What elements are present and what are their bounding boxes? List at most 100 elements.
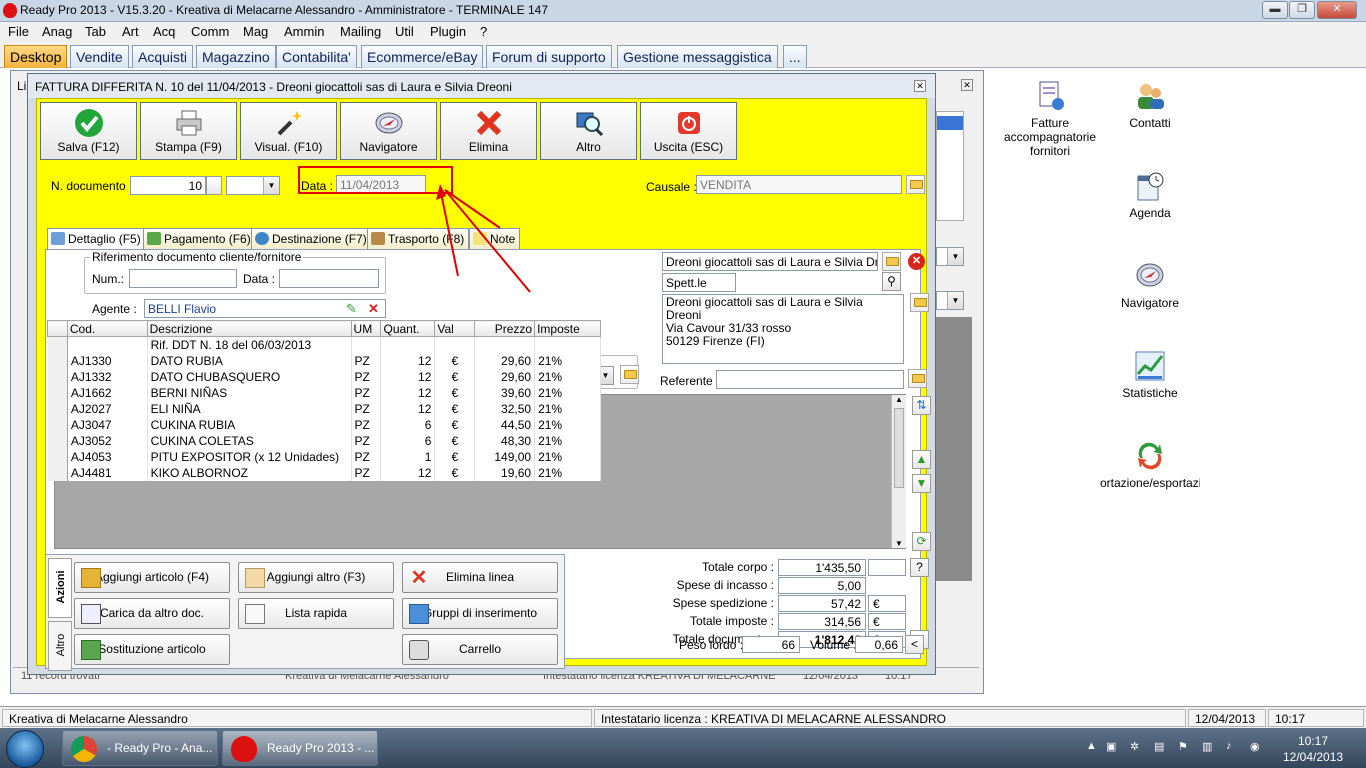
menu-mailing[interactable]: Mailing [340,24,381,39]
n-documento-input[interactable]: 10 [130,176,206,195]
vtab-azioni[interactable]: Azioni [48,558,72,618]
table-cell[interactable]: DATO RUBIA [147,352,352,369]
table-cell[interactable]: 21% [534,400,601,417]
table-cell[interactable]: 12 [380,400,436,417]
col-val[interactable]: Val [434,320,476,337]
table-cell[interactable]: PZ [351,384,382,401]
table-cell[interactable]: CUKINA COLETAS [147,432,352,449]
rif-data-input[interactable] [279,269,379,288]
spese-spedizione-value[interactable]: 57,42 [778,595,866,612]
table-cell[interactable]: € [434,368,476,385]
aggiungi-altro-button[interactable]: Aggiungi altro (F3) [238,562,394,593]
tab-messaggistica[interactable]: Gestione messaggistica [617,45,778,68]
move-up-icon[interactable]: ▲ [912,450,931,469]
tab-contabilita[interactable]: Contabilita' [276,45,357,68]
table-cell[interactable]: 21% [534,384,601,401]
search-person-icon[interactable]: ⚲ [882,272,901,291]
table-cell[interactable]: € [434,432,476,449]
row-selector[interactable] [47,416,68,433]
print-button[interactable]: Stampa (F9) [140,102,237,160]
vtab-altro[interactable]: Altro [48,621,72,671]
table-cell[interactable]: 44,50 [474,416,536,433]
clear-x-icon[interactable]: ✕ [368,301,379,317]
maximize-button[interactable]: ❐ [1289,1,1315,19]
table-cell[interactable] [534,336,601,353]
table-cell[interactable]: PZ [351,416,382,433]
desktop-icon-import-export[interactable]: Importazione/esportazione dati [1100,440,1200,490]
bg-window-close-icon[interactable]: ✕ [961,79,973,91]
referente-input[interactable] [716,370,904,389]
table-row[interactable]: Rif. DDT N. 18 del 06/03/2013 [47,336,601,353]
table-cell[interactable]: 32,50 [474,400,536,417]
table-cell[interactable]: PITU EXPOSITOR (x 12 Unidades) [147,448,352,465]
carica-altro-doc-button[interactable]: Carica da altro doc. [74,598,230,629]
table-row[interactable]: AJ4481 KIKO ALBORNOZ PZ 12 €19,60 21% [47,464,601,481]
table-cell[interactable]: 149,00 [474,448,536,465]
tray-network-icon[interactable]: ▥ [1202,740,1212,753]
table-cell[interactable]: AJ4053 [67,448,148,465]
table-cell[interactable]: KIKO ALBORNOZ [147,464,352,481]
table-cell[interactable]: DATO CHUBASQUERO [147,368,352,385]
tab-acquisti[interactable]: Acquisti [132,45,194,68]
table-cell[interactable]: 6 [380,432,436,449]
cliente-remove-icon[interactable]: ✕ [908,253,925,270]
swap-arrows-icon[interactable]: ⇅ [912,396,931,415]
grid-scrollbar[interactable]: ▲ ▼ [891,395,906,548]
table-cell[interactable] [351,336,382,353]
desktop-icon-fatture[interactable]: Fatture accompagnatorie fornitori [1000,80,1100,158]
subtab-pagamento[interactable]: Pagamento (F6) [143,228,256,249]
table-cell[interactable]: 48,30 [474,432,536,449]
desktop-icon-navigatore[interactable]: Navigatore [1100,260,1200,310]
table-cell[interactable]: PZ [351,368,382,385]
menu-mag[interactable]: Mag [243,24,268,39]
refresh-icon[interactable]: ⟳ [912,532,931,551]
menu-file[interactable]: File [8,24,29,39]
visualizzazione-folder-icon[interactable] [620,365,639,384]
row-selector[interactable] [47,448,68,465]
table-cell[interactable]: 21% [534,448,601,465]
table-cell[interactable]: PZ [351,352,382,369]
collapse-arrow-button[interactable]: < [905,635,924,654]
row-selector[interactable] [47,384,68,401]
table-cell[interactable]: PZ [351,432,382,449]
desktop-icon-agenda[interactable]: Agenda [1100,170,1200,220]
tab-ecommerce[interactable]: Ecommerce/eBay [361,45,484,68]
menu-anag[interactable]: Anag [42,24,72,39]
table-cell[interactable]: 39,60 [474,384,536,401]
row-selector[interactable] [47,400,68,417]
table-cell[interactable] [474,336,536,353]
table-cell[interactable]: 29,60 [474,352,536,369]
help-button[interactable]: ? [910,558,929,577]
gruppi-inserimento-button[interactable]: Gruppi di inserimento [402,598,558,629]
more-button[interactable]: Altro [540,102,637,160]
table-cell[interactable]: 12 [380,352,436,369]
row-selector[interactable] [47,432,68,449]
table-cell[interactable]: AJ1332 [67,368,148,385]
cliente-folder-icon[interactable] [882,252,901,271]
close-button[interactable]: ✕ [1317,1,1357,19]
n-documento-spin[interactable] [206,176,222,195]
table-row[interactable]: AJ4053 PITU EXPOSITOR (x 12 Unidades) PZ 1 €… [47,448,601,465]
table-cell[interactable] [380,336,436,353]
pencil-icon[interactable]: ✎ [346,301,357,317]
desktop-icon-statistiche[interactable]: Statistiche [1100,350,1200,400]
address-box[interactable]: Dreoni giocattoli sas di Laura e Silvia … [662,294,904,364]
num-input[interactable] [129,269,237,288]
table-cell[interactable]: AJ3052 [67,432,148,449]
bg-dropdown-1[interactable]: ▼ [936,247,964,266]
volume-value[interactable]: 0,66 [855,636,903,653]
table-cell[interactable]: € [434,384,476,401]
tray-volume-icon[interactable]: ♪ [1226,740,1232,752]
table-cell[interactable]: Rif. DDT N. 18 del 06/03/2013 [147,336,352,353]
table-cell[interactable]: 12 [380,384,436,401]
table-cell[interactable]: € [434,352,476,369]
table-cell[interactable]: 21% [534,368,601,385]
table-cell[interactable]: € [434,448,476,465]
menu-plugin[interactable]: Plugin [430,24,466,39]
taskbar-readypro[interactable]: Ready Pro 2013 - ... [222,730,378,766]
table-row[interactable]: AJ2027 ELI NIÑA PZ 12 €32,50 21% [47,400,601,417]
causale-folder-icon[interactable] [906,175,925,194]
table-row[interactable]: AJ3047 CUKINA RUBIA PZ 6 €44,50 21% [47,416,601,433]
lista-rapida-button[interactable]: Lista rapida [238,598,394,629]
table-cell[interactable] [434,336,476,353]
